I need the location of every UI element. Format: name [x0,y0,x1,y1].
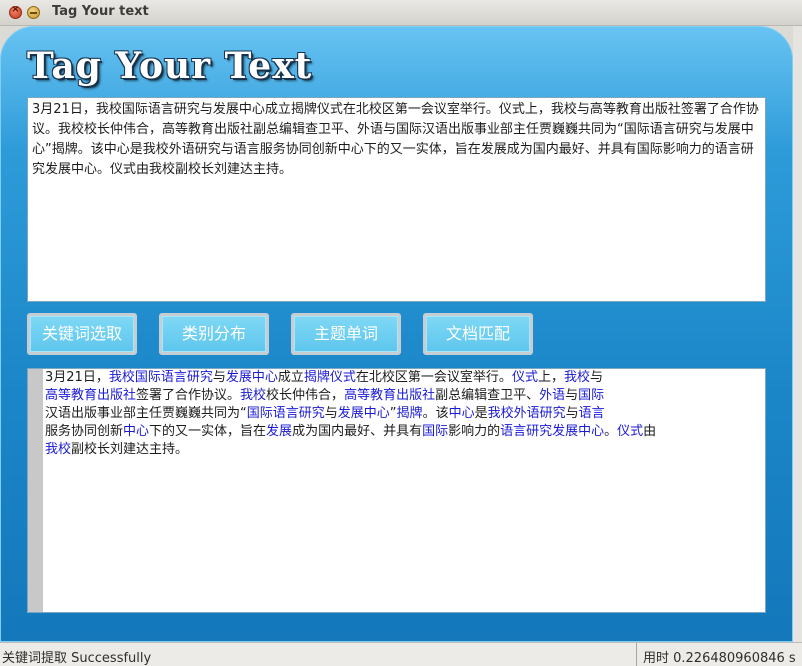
plain-text-span: 签署了合作协议。 [136,388,241,403]
input-text-area[interactable]: 3月21日，我校国际语言研究与发展中心成立揭牌仪式在北校区第一会议室举行。仪式上… [27,97,766,302]
plain-text-span: 与 [589,370,603,385]
plain-text-span: 副校长刘建达主持。 [71,442,189,457]
keyword-span: 发展 [266,424,293,439]
status-bar: 关键词提取 Successfully 用时 0.226480960846 s [0,642,802,666]
keyword-span: 我校 [108,370,135,385]
plain-text-span: 成为国内最好、并具有 [292,424,423,439]
keyword-span: 国际 [422,424,449,439]
plain-text-span: 下的又一实体，旨在 [149,424,267,439]
keyword-span: 我校外语研究 [487,406,566,421]
keyword-span: 语言 [578,406,605,421]
close-icon[interactable]: × [9,4,22,19]
tagged-output-area[interactable]: 3月21日，我校国际语言研究与发展中心成立揭牌仪式在北校区第一会议室举行。仪式上… [27,368,766,613]
keyword-span: 我校 [45,442,72,457]
plain-text-span: 在北校区第一会议室举行。 [355,370,512,385]
document-match-button[interactable]: 文档匹配 [423,313,533,355]
plain-text-span: 由 [643,424,657,439]
plain-text-span: 上， [537,370,564,385]
keyword-span: 中心 [448,406,475,421]
keyword-span: 仪式 [511,370,538,385]
plain-text-span: 副总编辑查卫平、 [435,388,540,403]
app-title: Tag Your Text [27,45,313,87]
plain-text-span: 。该 [422,406,449,421]
keyword-span: 外语 [539,388,566,403]
plain-text-span: 影响力的 [448,424,501,439]
plain-text-span: 是 [474,406,488,421]
minimize-icon[interactable] [27,6,40,19]
keyword-extract-button[interactable]: 关键词选取 [27,313,137,355]
plain-text-span: 服务协同创新 [45,424,124,439]
keyword-span: 中心 [123,424,150,439]
keyword-span: 我校 [563,370,590,385]
plain-text-span: 汉语出版事业部主任贾巍巍共同为“ [45,406,247,421]
keyword-span: 揭牌 [396,406,423,421]
plain-text-span: 与 [324,406,338,421]
keyword-span: 发展中心 [225,370,278,385]
topic-words-button[interactable]: 主题单词 [291,313,401,355]
window-title-bar[interactable]: × Tag Your text [0,0,802,26]
window-title: Tag Your text [52,4,149,19]
keyword-span: 国际 [578,388,605,403]
keyword-span: 高等教育出版社 [344,388,436,403]
plain-text-span: 校长仲伟合， [266,388,345,403]
plain-text-span: 与 [212,370,226,385]
tagged-text: 3月21日，我校国际语言研究与发展中心成立揭牌仪式在北校区第一会议室举行。仪式上… [45,369,761,459]
keyword-span: 高等教育出版社 [45,388,137,403]
plain-text-span: 与 [565,388,579,403]
keyword-span: 我校 [240,388,267,403]
keyword-span: 国际语言研究 [134,370,213,385]
window-edge [793,26,802,642]
plain-text-span: ” [389,406,397,421]
status-timing: 用时 0.226480960846 s [636,643,802,666]
plain-text-span: 与 [565,406,579,421]
status-message: 关键词提取 Successfully [2,651,152,666]
plain-text-span: 3月21日， [45,370,109,385]
keyword-span: 揭牌仪式 [303,370,356,385]
keyword-span: 发展中心 [337,406,390,421]
output-gutter [28,369,43,612]
plain-text-span: 成立 [277,370,304,385]
app-panel: Tag Your Text 3月21日，我校国际语言研究与发展中心成立揭牌仪式在… [0,26,793,642]
keyword-span: 国际语言研究 [246,406,325,421]
category-distribution-button[interactable]: 类别分布 [159,313,269,355]
keyword-span: 语言研究发展中心 [500,424,605,439]
keyword-span: 仪式 [617,424,644,439]
plain-text-span: 。 [604,424,618,439]
